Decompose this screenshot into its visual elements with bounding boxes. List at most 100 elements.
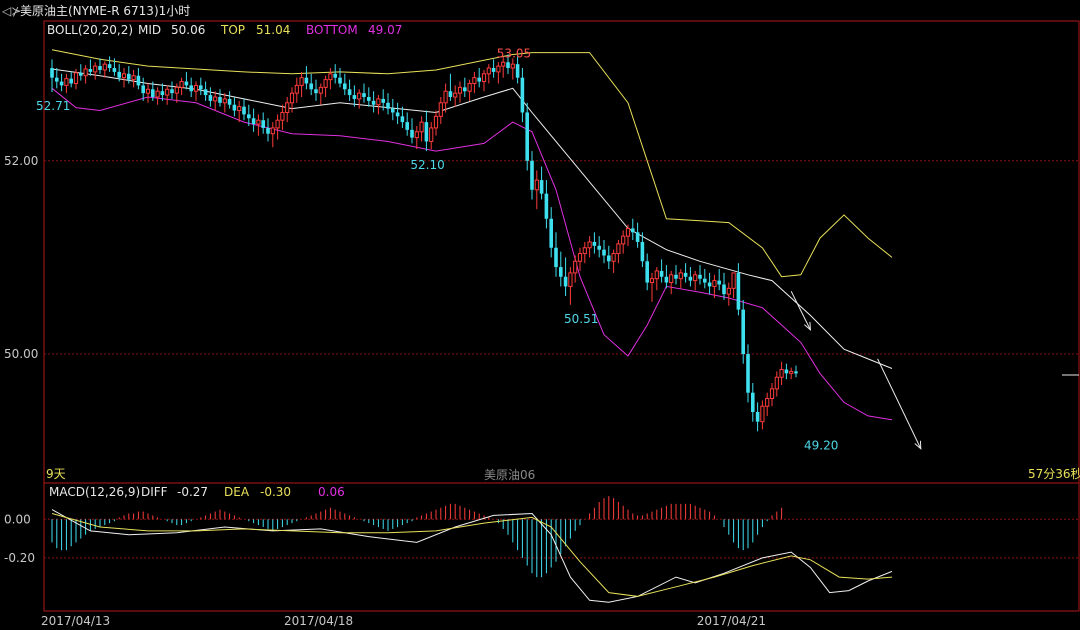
candle-body [266,127,270,134]
candle-body [299,77,304,86]
candle-body [486,67,491,75]
candle-body [751,392,755,413]
candle-body [683,272,688,277]
candle-body [189,85,193,92]
candle-body [472,77,477,84]
candle-body [193,84,199,92]
candle-body [174,86,179,94]
candle-body [400,116,405,123]
candle-body [625,227,631,237]
candle-body [256,119,261,125]
price-annotation: 52.71 [36,99,70,113]
candle-body [448,91,453,98]
boll-bottom-label: BOTTOM [306,23,358,37]
candle-body [438,102,443,117]
candle-body [707,282,712,287]
candle-body [304,77,309,84]
candle-body [789,370,794,374]
candle-body [251,118,256,125]
back-arrow-icon[interactable]: ◁⊁ [1,4,21,18]
macd-header: MACD(12,26,9) DIFF -0.27 DEA -0.30 0.06 [49,485,345,499]
candle-body [506,62,510,69]
candle-body [722,284,726,295]
candle-body [328,73,333,81]
candle-body [371,100,376,105]
candle-body [242,106,246,115]
candle-body [410,129,414,138]
candle-body [127,73,131,80]
title-bar: ◁⊁ 美原油主(NYME-R 6713)1小时 [1,4,190,18]
candle-body [635,232,640,242]
macd-y-tick-label: -0.20 [4,551,35,565]
macd-label: MACD(12,26,9) [49,485,140,499]
macd-panel-frame [43,482,1080,612]
candle-body [318,86,323,94]
diff-value: -0.27 [177,485,208,499]
candle-body [659,270,664,277]
diff-line [51,509,893,603]
candle-body [731,272,736,289]
candle-body [736,272,741,310]
candle-body [83,68,88,77]
candle-body [573,260,578,274]
candle-body [419,121,424,133]
macd-histogram [51,496,783,578]
candle-body [343,83,347,90]
candle-body [381,98,385,103]
dea-label: DEA [224,485,250,499]
candle-body [352,95,357,99]
arrow-shaft [877,358,922,449]
boll-mid-label: MID [138,23,161,37]
diff-label: DIFF [141,485,168,499]
boll-lines [51,49,893,421]
price-annotation: 52.10 [410,158,444,172]
candle-body [395,112,400,117]
main-y-tick-label: 50.00 [4,347,38,361]
candle-body [769,388,775,399]
chart-canvas[interactable]: ◁⊁ 美原油主(NYME-R 6713)1小时 52.00 50.00 0.00 -… [0,0,1080,630]
candle-body [765,397,770,407]
candle-body [136,75,141,86]
price-annotations: 52.71 52.10 53.05 50.51 49.20 [36,46,838,452]
candle-body [530,160,534,190]
candle-body [457,86,463,94]
arrow-shaft [790,291,811,331]
candle-body [501,61,506,67]
candle-body [357,92,362,100]
candle-body [69,78,73,84]
candle-body [275,119,280,129]
candle-body [170,89,174,94]
candle-body [577,253,583,262]
drawn-arrows [790,291,922,450]
candle-body [549,218,553,248]
candle-body [621,235,626,245]
boll-label: BOLL(20,20,2) [47,23,133,37]
candle-body [726,287,731,295]
candle-body [98,66,102,70]
candle-body [654,270,659,280]
candle-body [568,272,573,287]
candle-body [779,369,784,378]
candle-body [227,98,232,105]
price-annotation: 50.51 [564,312,598,326]
candle-body [261,120,265,128]
candle-body [203,89,208,96]
candle-body [717,280,721,285]
candle-body [611,253,616,262]
candle-body [323,79,328,88]
candle-body [645,261,649,283]
price-annotation: 53.05 [497,46,531,60]
dea-line [51,513,893,597]
candle-body [208,95,213,101]
candle-body [597,245,601,250]
candle-body [774,376,779,390]
candle-body [93,65,98,73]
candle-body [741,309,745,355]
candle-body [563,276,568,287]
candle-body [165,88,170,96]
candle-body [59,81,64,86]
boll-bottom-value: 49.07 [368,23,402,37]
candle-body [314,89,318,94]
candle-body [463,87,467,92]
macd-value: 0.06 [318,485,345,499]
